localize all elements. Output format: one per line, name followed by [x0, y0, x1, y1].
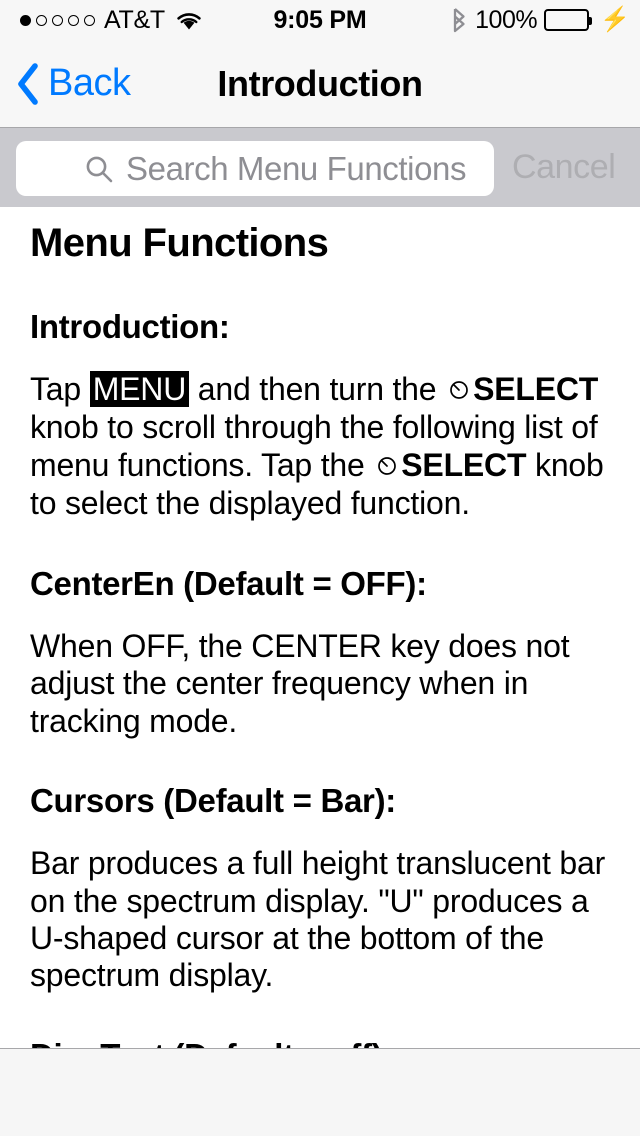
section-paragraph-introduction: Tap MENU and then turn the SELECT knob t…: [30, 371, 610, 523]
lightning-bolt-icon: ⚡: [600, 6, 630, 33]
paragraph-text-2: and then turn the: [189, 371, 446, 407]
section-paragraph-cursors: Bar produces a full height translucent b…: [30, 845, 606, 994]
bluetooth-icon: [451, 7, 468, 33]
section-heading-disptest: DispTest (Default = off):: [30, 1037, 610, 1048]
section-paragraph-centeren: When OFF, the CENTER key does not adjust…: [30, 627, 570, 739]
search-icon: [84, 154, 114, 184]
search-input[interactable]: Search Menu Functions: [16, 141, 494, 196]
app-screen: AT&T 9:05 PM 100% ⚡ Back Introduction Se…: [0, 0, 640, 1136]
rotary-knob-icon: [448, 372, 470, 409]
bottom-toolbar: [0, 1048, 640, 1136]
section-heading-cursors: Cursors (Default = Bar):: [30, 782, 396, 820]
section-heading-introduction: Introduction:: [30, 308, 230, 345]
rotary-knob-icon: [376, 448, 398, 485]
section-heading-centeren: CenterEn (Default = OFF):: [30, 564, 427, 602]
search-placeholder: Search Menu Functions: [126, 149, 467, 187]
select-knob-label-2: SELECT: [401, 446, 527, 483]
cancel-button[interactable]: Cancel: [512, 128, 616, 207]
battery-percent-label: 100%: [475, 5, 538, 34]
page-title: Introduction: [217, 62, 423, 104]
search-bar: Search Menu Functions Cancel: [0, 128, 640, 207]
select-knob-label-1: SELECT: [473, 371, 599, 407]
status-bar-right: 100% ⚡: [451, 6, 630, 35]
battery-nub: [588, 17, 593, 25]
battery-icon: [544, 9, 593, 31]
document-title: Menu Functions: [30, 221, 329, 265]
article-content[interactable]: Menu Functions Introduction: Tap MENU an…: [0, 207, 640, 1048]
navigation-bar: Back Introduction: [0, 40, 640, 128]
status-bar: AT&T 9:05 PM 100% ⚡: [0, 0, 640, 40]
paragraph-text-0: Tap: [30, 371, 90, 407]
menu-key-badge: MENU: [89, 371, 190, 407]
